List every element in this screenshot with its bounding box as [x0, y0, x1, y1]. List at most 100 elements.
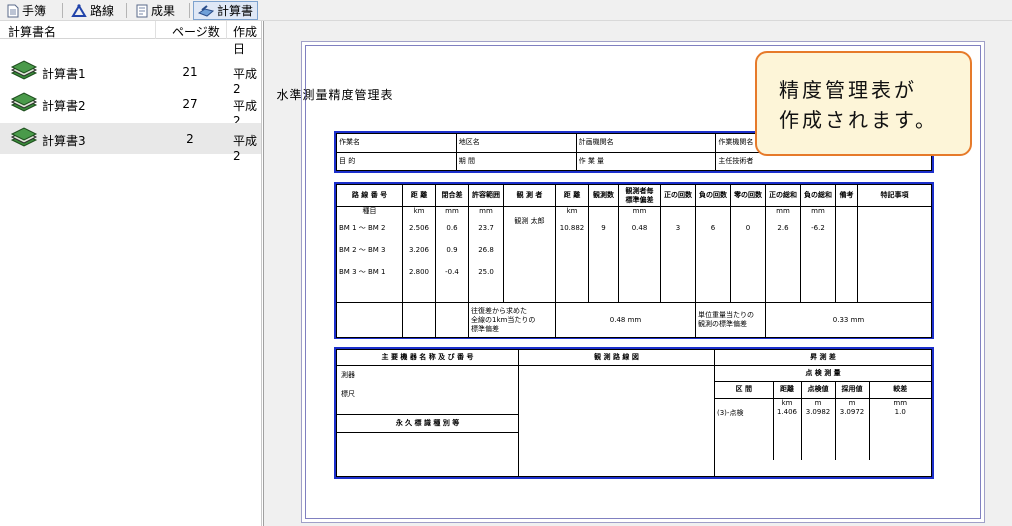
col-neg-sum: 負の総和 [800, 184, 836, 207]
calc-sheet-icon [198, 4, 214, 17]
col-pos-sum: 正の総和 [765, 184, 801, 207]
col-special-notes: 特記事項 [857, 184, 932, 207]
pos-count: 3 [660, 206, 696, 303]
tab-calc-sheet[interactable]: 計算書 [193, 1, 259, 20]
adopted-value-cell: m 3.0972 [834, 397, 870, 460]
diff-value-cell: mm 1.0 [868, 397, 931, 460]
check-col-section: 区 間 [715, 382, 774, 399]
period-label: 期 間 [455, 151, 577, 171]
obs-distance: 10.882 [559, 224, 585, 232]
work-name-label: 作業名 [336, 133, 457, 153]
list-item-pages: 21 [182, 65, 198, 79]
col-obs-sd: 観測者毎 標準偏差 [618, 184, 661, 207]
col-closure: 閉合差 [435, 184, 469, 207]
check-col-diff: 較差 [868, 382, 931, 399]
equipment-diagram-block: 主 要 機 器 名 称 及 び 番 号 観 測 路 線 図 昇 測 差 測器 標… [334, 347, 934, 479]
col-obs-count: 観測数 [588, 184, 619, 207]
results-icon [136, 4, 148, 17]
toolbar-separator [126, 3, 127, 18]
check-distance: 1.406 [776, 407, 798, 416]
closure-cell: mm 0.6 0.9 -0.4 [435, 206, 469, 303]
tab-results[interactable]: 成果 [131, 1, 180, 20]
distance-2: 3.206 [408, 246, 430, 254]
footer-empty-cell [336, 302, 403, 338]
col-remarks: 備考 [835, 184, 858, 207]
neg-count: 6 [695, 206, 731, 303]
document-title: 水準測量精度管理表 [276, 88, 394, 102]
check-col-check: 点検値 [800, 382, 836, 399]
document-icon [7, 4, 19, 17]
closure-unit: mm [445, 207, 459, 215]
amount-label: 作 業 量 [575, 151, 717, 171]
obs-sd: 0.48 [631, 224, 648, 232]
col-pos-count: 正の回数 [660, 184, 696, 207]
obs-count: 9 [588, 206, 619, 303]
closure-2: 0.9 [446, 246, 458, 254]
zero-count: 0 [730, 206, 766, 303]
allowance-2: 26.8 [478, 246, 494, 254]
check-col-adopted: 採用値 [834, 382, 870, 399]
route-unit: 種目 [362, 207, 377, 215]
check-distance-cell: km 1.406 [772, 397, 802, 460]
footer-empty-cell [402, 302, 436, 338]
diagram-area [518, 365, 715, 477]
check-col-distance: 距離 [772, 382, 802, 399]
tab-calc-sheet-label: 計算書 [217, 4, 254, 18]
check-unit-distance: km [781, 398, 793, 407]
toolbar-separator [62, 3, 63, 18]
footer-left-value: 0.48 mm [555, 302, 696, 338]
distance-unit: km [413, 207, 425, 215]
allowance-cell: mm 23.7 26.8 25.0 [468, 206, 504, 303]
footer-empty-cell [435, 302, 469, 338]
tab-handbook[interactable]: 手簿 [2, 1, 51, 20]
col-distance: 距 離 [402, 184, 436, 207]
column-header-pages[interactable]: ページ数 [172, 23, 220, 40]
tab-route[interactable]: 路線 [66, 1, 119, 20]
distance-cell: km 2.506 3.206 2.800 [402, 206, 436, 303]
toolbar: 手簿 路線 成果 計算書 [0, 0, 1012, 21]
route-3: BM 3 ～ BM 1 [339, 268, 386, 276]
closure-1: 0.6 [446, 224, 458, 232]
col-observer: 観 測 者 [503, 184, 556, 207]
column-header-date[interactable]: 作成日 [233, 23, 261, 57]
book-stack-icon [10, 127, 38, 147]
tab-handbook-label: 手簿 [22, 4, 47, 18]
footer-right-label: 単位重量当たりの 観測の標準偏差 [695, 302, 766, 338]
column-header-name[interactable]: 計算書名 [8, 23, 56, 40]
obs-distance-unit: km [566, 207, 578, 215]
route-cell: 種目 BM 1 ～ BM 2 BM 2 ～ BM 3 BM 3 ～ BM 1 [336, 206, 403, 303]
check-survey-cell: 区 間 距離 点検値 採用値 較差 (3)-点検 km 1.406 m 3.09… [714, 381, 932, 477]
list-item-date: 平成2 [233, 134, 258, 163]
list-item-name: 計算書1 [42, 67, 86, 81]
notes-cell [857, 206, 932, 303]
footer-left-label: 往復差から求めた 全線の1km当たりの 標準偏差 [468, 302, 556, 338]
book-stack-icon [10, 60, 38, 80]
callout-balloon: 精度管理表が 作成されます。 [755, 51, 972, 156]
check-value-cell: m 3.0982 [800, 397, 836, 460]
list-item-pages: 2 [186, 132, 194, 146]
pos-sum: 2.6 [777, 224, 789, 232]
neg-sum: -6.2 [811, 224, 825, 232]
col-zero-count: 零の回数 [730, 184, 766, 207]
footer-right-value: 0.33 mm [765, 302, 932, 338]
allowance-3: 25.0 [478, 268, 494, 276]
distance-3: 2.800 [408, 268, 430, 276]
area-name-label: 地区名 [455, 133, 577, 153]
tab-results-label: 成果 [151, 4, 176, 18]
plan-org-label: 計画機関名 [575, 133, 717, 153]
col-route-no: 路 線 番 号 [336, 184, 403, 207]
pos-sum-unit: mm [776, 207, 790, 215]
distance-1: 2.506 [408, 224, 430, 232]
list-item[interactable]: 計算書1 21 平成2 [0, 56, 261, 96]
toolbar-separator [189, 3, 190, 18]
allowance-unit: mm [479, 207, 493, 215]
route-2: BM 2 ～ BM 3 [339, 246, 386, 254]
list-item-selected[interactable]: 計算書3 2 平成2 [0, 123, 261, 163]
column-divider [155, 21, 156, 39]
allowance-1: 23.7 [478, 224, 494, 232]
check-survey-table: 区 間 距離 点検値 採用値 較差 (3)-点検 km 1.406 m 3.09… [715, 382, 931, 460]
equipment-table: 主 要 機 器 名 称 及 び 番 号 観 測 路 線 図 昇 測 差 測器 標… [336, 349, 932, 477]
adopted-value: 3.0972 [839, 407, 865, 416]
observer-name: 観測 太郎 [503, 206, 556, 303]
diff-header: 昇 測 差 [714, 349, 932, 366]
